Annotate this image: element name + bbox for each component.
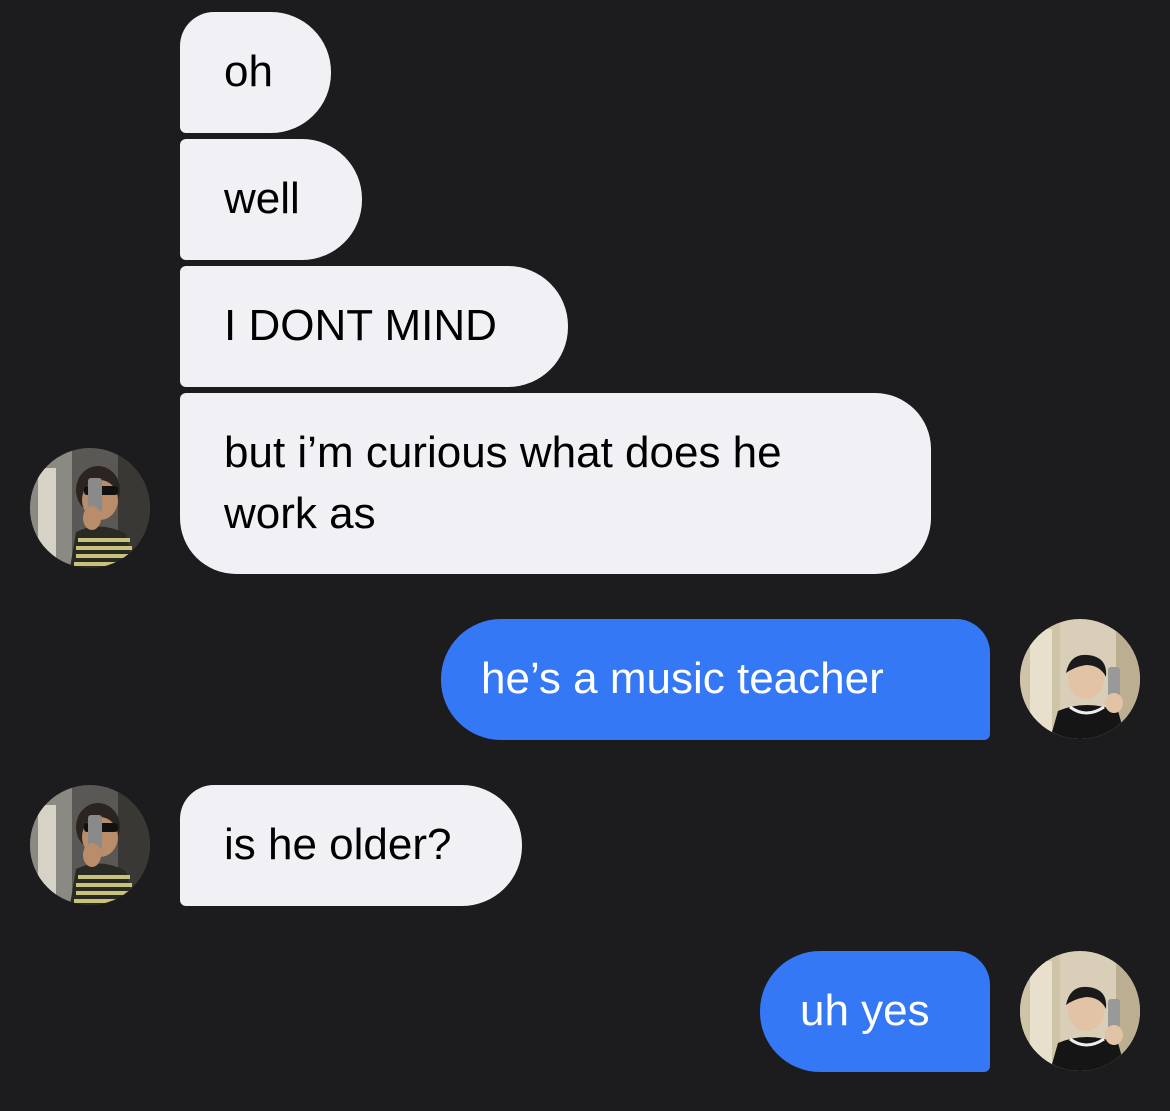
user-avatar-photo-icon [1020,951,1140,1071]
user-avatar[interactable] [1020,951,1140,1071]
message-bubble-incoming[interactable]: but i’m curious what does he work as [180,393,931,574]
contact-avatar[interactable] [30,785,150,905]
message-text: uh yes [800,986,930,1035]
contact-avatar[interactable] [30,448,150,568]
message-bubble-outgoing[interactable]: uh yes [760,951,990,1072]
chat-thread: oh well I DONT MIND but i’m curious what… [0,0,1170,1111]
message-text: oh [224,47,273,96]
message-text: I DONT MIND [224,301,497,350]
message-text: well [224,174,300,223]
message-text: he’s a music teacher [481,654,884,703]
message-bubble-incoming[interactable]: is he older? [180,785,522,906]
message-bubble-incoming[interactable]: oh [180,12,331,133]
contact-avatar-photo-icon [30,448,150,568]
message-text: is he older? [224,820,452,869]
message-bubble-incoming[interactable]: I DONT MIND [180,266,568,387]
message-bubble-outgoing[interactable]: he’s a music teacher [441,619,990,740]
user-avatar[interactable] [1020,619,1140,739]
message-text: but i’m curious what does he work as [224,428,782,538]
contact-avatar-photo-icon [30,785,150,905]
user-avatar-photo-icon [1020,619,1140,739]
message-bubble-incoming[interactable]: well [180,139,362,260]
